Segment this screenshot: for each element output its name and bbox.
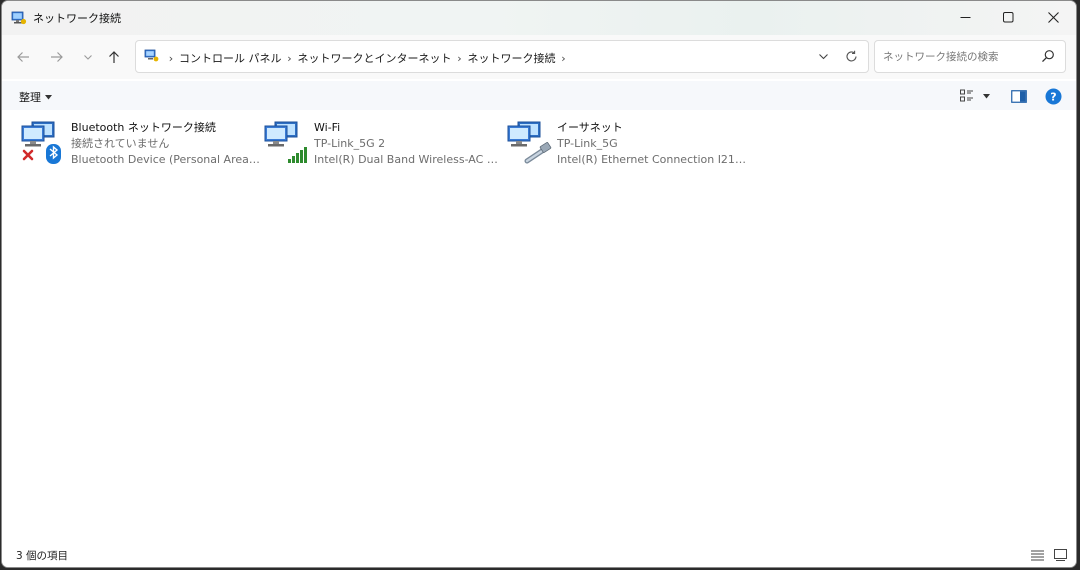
help-icon: ? xyxy=(1045,88,1061,104)
command-bar: 整理 ? xyxy=(2,81,1076,110)
network-connections-window: ネットワーク接続 › コントロール パネル › ネットワークとインターネット ›… xyxy=(1,0,1077,568)
refresh-button[interactable] xyxy=(840,47,862,65)
minimize-icon xyxy=(960,17,970,18)
search-box[interactable] xyxy=(874,40,1066,73)
wifi-network-icon xyxy=(264,121,307,163)
preview-pane-button[interactable] xyxy=(1009,86,1029,106)
caret-down-icon xyxy=(45,94,52,99)
control-panel-icon xyxy=(144,49,159,62)
connection-item-ethernet[interactable]: イーサネット TP-Link_5G Intel(R) Ethernet Conn… xyxy=(505,117,747,171)
view-tiles-icon xyxy=(960,89,973,102)
maximize-icon xyxy=(1002,12,1013,23)
breadcrumb-separator[interactable]: › xyxy=(282,52,298,65)
close-icon xyxy=(1047,12,1059,23)
address-bar[interactable]: › コントロール パネル › ネットワークとインターネット › ネットワーク接続… xyxy=(135,40,869,73)
preview-pane-icon xyxy=(1011,89,1027,103)
back-button[interactable] xyxy=(11,45,35,69)
ethernet-network-icon xyxy=(507,121,552,164)
details-view-icon xyxy=(1030,550,1044,560)
details-view-button[interactable] xyxy=(1029,548,1045,562)
chevron-down-icon xyxy=(84,55,92,60)
refresh-icon xyxy=(845,50,857,61)
change-view-button[interactable] xyxy=(957,86,993,106)
large-icons-view-icon xyxy=(1053,549,1067,561)
connection-device: Bluetooth Device (Personal Area ... xyxy=(71,153,261,166)
connection-details: Wi-Fi TP-Link_5G 2 Intel(R) Dual Band Wi… xyxy=(314,120,504,168)
breadcrumb: › コントロール パネル › ネットワークとインターネット › ネットワーク接続… xyxy=(163,50,572,66)
connection-status: 接続されていません xyxy=(71,137,170,150)
recent-locations-button[interactable] xyxy=(76,45,100,69)
large-icons-view-button[interactable] xyxy=(1052,548,1068,562)
help-button[interactable]: ? xyxy=(1043,86,1063,106)
connection-status: TP-Link_5G xyxy=(557,137,618,150)
arrow-left-icon xyxy=(17,52,29,62)
breadcrumb-separator[interactable]: › xyxy=(163,52,179,65)
connection-device: Intel(R) Ethernet Connection I219-V xyxy=(557,153,747,166)
connection-item-bluetooth[interactable]: Bluetooth ネットワーク接続 接続されていません Bluetooth D… xyxy=(19,117,261,171)
breadcrumb-separator[interactable]: › xyxy=(452,52,468,65)
address-history-button[interactable] xyxy=(812,47,834,65)
network-connections-app-icon xyxy=(11,11,27,25)
connection-device: Intel(R) Dual Band Wireless-AC 82... xyxy=(314,153,504,166)
connection-item-wifi[interactable]: Wi-Fi TP-Link_5G 2 Intel(R) Dual Band Wi… xyxy=(262,117,504,171)
status-bar: 3 個の項目 xyxy=(2,543,1076,567)
connection-details: イーサネット TP-Link_5G Intel(R) Ethernet Conn… xyxy=(557,120,747,168)
connection-name: Wi-Fi xyxy=(314,121,341,134)
connection-details: Bluetooth ネットワーク接続 接続されていません Bluetooth D… xyxy=(71,120,261,168)
breadcrumb-network-and-internet[interactable]: ネットワークとインターネット xyxy=(298,50,452,66)
connection-name: Bluetooth ネットワーク接続 xyxy=(71,121,216,134)
breadcrumb-network-connections[interactable]: ネットワーク接続 xyxy=(468,50,556,66)
chevron-down-icon xyxy=(818,53,828,59)
search-input[interactable] xyxy=(881,47,1035,67)
up-button[interactable] xyxy=(102,45,126,69)
breadcrumb-control-panel[interactable]: コントロール パネル xyxy=(179,50,282,66)
maximize-button[interactable] xyxy=(985,1,1031,34)
arrow-right-icon xyxy=(51,52,63,62)
window-title: ネットワーク接続 xyxy=(33,12,121,25)
forward-button[interactable] xyxy=(45,45,69,69)
navigation-bar: › コントロール パネル › ネットワークとインターネット › ネットワーク接続… xyxy=(2,35,1076,79)
arrow-up-icon xyxy=(109,51,119,63)
svg-text:?: ? xyxy=(1050,90,1056,103)
connection-name: イーサネット xyxy=(557,121,623,134)
item-count: 3 個の項目 xyxy=(16,550,69,562)
close-button[interactable] xyxy=(1030,1,1076,34)
connections-view: Bluetooth ネットワーク接続 接続されていません Bluetooth D… xyxy=(2,111,1076,543)
title-bar: ネットワーク接続 xyxy=(2,1,1076,35)
caret-down-icon xyxy=(983,93,990,98)
minimize-button[interactable] xyxy=(942,1,988,34)
breadcrumb-separator[interactable]: › xyxy=(556,52,572,65)
search-icon xyxy=(1042,50,1054,63)
organize-label: 整理 xyxy=(19,91,41,104)
bluetooth-network-disconnected-icon xyxy=(21,121,61,164)
connection-status: TP-Link_5G 2 xyxy=(314,137,386,150)
organize-menu-button[interactable]: 整理 xyxy=(19,89,52,105)
